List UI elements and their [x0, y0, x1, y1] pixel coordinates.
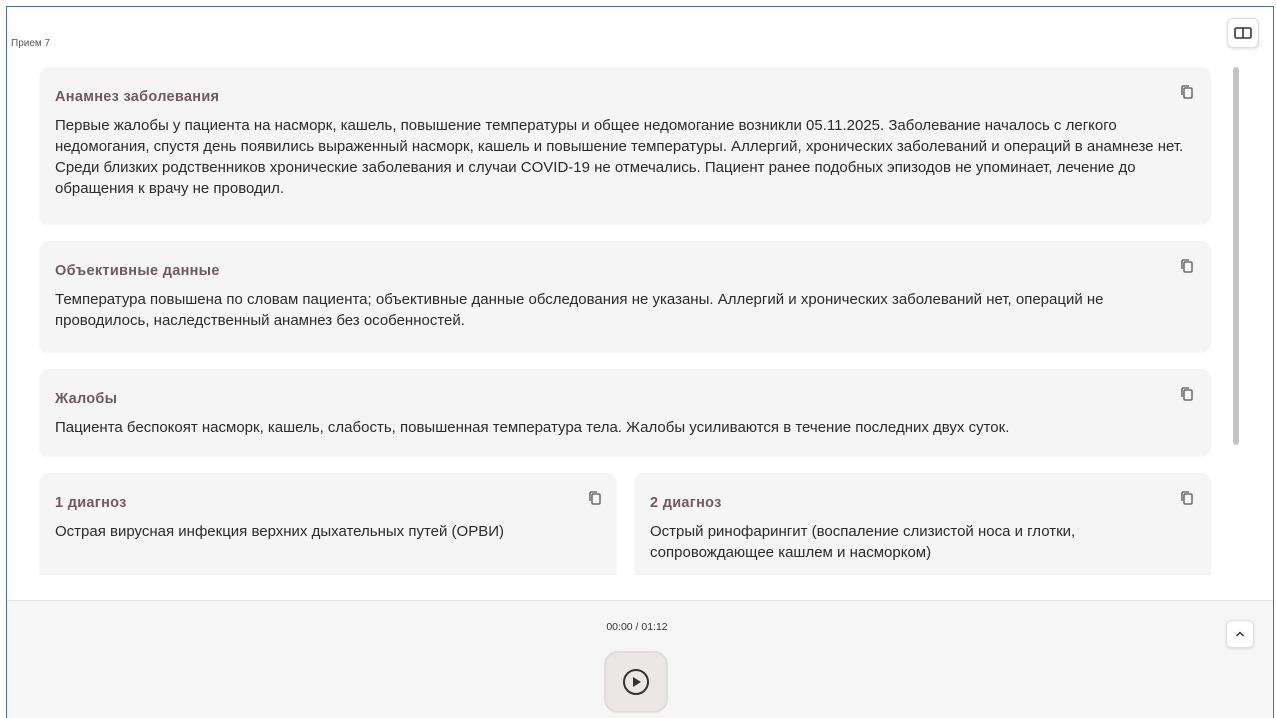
complaints-title: Жалобы	[55, 391, 118, 407]
diagnosis-1-text: Острая вирусная инфекция верхних дыхател…	[55, 523, 504, 540]
copy-icon[interactable]	[1179, 258, 1195, 274]
diagnosis-1-card: 1 диагноз Острая вирусная инфекция верхн…	[39, 473, 617, 575]
diagnosis-2-text: Острый ринофарингит (воспаление слизисто…	[650, 523, 1076, 561]
complaints-text: Пациента беспокоят насморк, кашель, слаб…	[55, 419, 1010, 436]
anamnesis-text: Первые жалобы у пациента на насморк, каш…	[55, 117, 1184, 197]
audio-player: 00:00 / 01:12	[7, 600, 1273, 718]
diagnosis-2-title: 2 диагноз	[650, 495, 722, 511]
collapse-player-button[interactable]	[1226, 620, 1254, 648]
panel-toggle-button[interactable]	[1227, 18, 1259, 48]
objective-title: Объективные данные	[55, 263, 220, 279]
anamnesis-card: Анамнез заболевания Первые жалобы у паци…	[39, 67, 1211, 225]
copy-icon[interactable]	[1179, 490, 1195, 506]
scrollbar-thumb[interactable]	[1233, 67, 1239, 445]
visit-title: Прием 7	[11, 38, 51, 49]
playback-time: 00:00 / 01:12	[606, 621, 668, 633]
anamnesis-title: Анамнез заболевания	[55, 89, 220, 105]
panel-toggle-icon	[1234, 27, 1252, 39]
play-icon	[623, 669, 649, 695]
chevron-up-icon	[1235, 631, 1245, 637]
diagnosis-1-title: 1 диагноз	[55, 495, 127, 511]
play-button[interactable]	[604, 651, 668, 713]
complaints-card: Жалобы Пациента беспокоят насморк, кашел…	[39, 369, 1211, 457]
app-window: Прием 7 Анамнез заболевания Первые жалоб…	[6, 6, 1274, 718]
objective-card: Объективные данные Температура повышена …	[39, 241, 1211, 353]
objective-text: Температура повышена по словам пациента;…	[55, 291, 1104, 329]
copy-icon[interactable]	[1179, 84, 1195, 100]
copy-icon[interactable]	[1179, 386, 1195, 402]
report-scroll-area[interactable]: Анамнез заболевания Первые жалобы у паци…	[39, 67, 1211, 575]
copy-icon[interactable]	[587, 490, 603, 506]
diagnosis-2-card: 2 диагноз Острый ринофарингит (воспалени…	[634, 473, 1211, 575]
